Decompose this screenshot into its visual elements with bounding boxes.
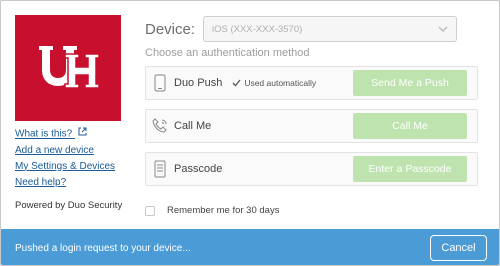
- my-settings-devices-link[interactable]: My Settings & Devices: [15, 159, 127, 175]
- sidebar-links: What is this? Add a new device My Settin…: [15, 126, 127, 191]
- device-selected-value: iOS (XXX-XXX-3570): [212, 23, 303, 35]
- enter-passcode-button[interactable]: Enter a Passcode: [353, 156, 467, 182]
- what-is-this-link[interactable]: What is this?: [15, 126, 127, 143]
- chevron-down-icon: [438, 24, 448, 37]
- need-help-link[interactable]: Need help?: [15, 175, 127, 191]
- what-is-this-label: What is this?: [15, 128, 73, 140]
- choose-method-heading: Choose an authentication method: [145, 47, 310, 59]
- method-passcode: Passcode Enter a Passcode: [145, 152, 478, 186]
- checkmark-icon: [232, 79, 241, 87]
- remember-me-checkbox[interactable]: [145, 205, 155, 216]
- university-logo: [15, 15, 121, 121]
- call-me-button[interactable]: Call Me: [353, 113, 467, 139]
- send-push-button[interactable]: Send Me a Push: [353, 70, 467, 96]
- remember-me-label: Remember me for 30 days: [167, 205, 280, 216]
- cancel-button[interactable]: Cancel: [430, 235, 487, 261]
- used-automatically-note: Used automatically: [232, 78, 316, 88]
- call-me-label: Call Me: [174, 120, 212, 132]
- external-link-icon: [78, 126, 87, 142]
- phone-call-icon: [146, 117, 174, 135]
- passcode-label: Passcode: [174, 163, 223, 175]
- device-select[interactable]: iOS (XXX-XXX-3570): [203, 16, 457, 42]
- device-row: Device: iOS (XXX-XXX-3570): [145, 15, 457, 43]
- method-call-me: Call Me Call Me: [145, 109, 478, 143]
- uh-logo-icon: [39, 46, 100, 89]
- remember-me-row: Remember me for 30 days: [145, 205, 279, 216]
- add-new-device-link[interactable]: Add a new device: [15, 143, 127, 159]
- status-bar: Pushed a login request to your device...…: [1, 229, 499, 265]
- duo-push-label: Duo Push: [174, 77, 223, 89]
- device-label: Device:: [145, 20, 196, 38]
- status-message: Pushed a login request to your device...: [15, 242, 191, 254]
- duo-prompt-frame: What is this? Add a new device My Settin…: [0, 0, 500, 266]
- powered-by-text: Powered by Duo Security: [15, 200, 123, 211]
- phone-icon: [146, 74, 174, 92]
- passcode-icon: [146, 160, 174, 178]
- used-automatically-text: Used automatically: [244, 78, 317, 88]
- method-duo-push: Duo Push Used automatically Send Me a Pu…: [145, 66, 478, 100]
